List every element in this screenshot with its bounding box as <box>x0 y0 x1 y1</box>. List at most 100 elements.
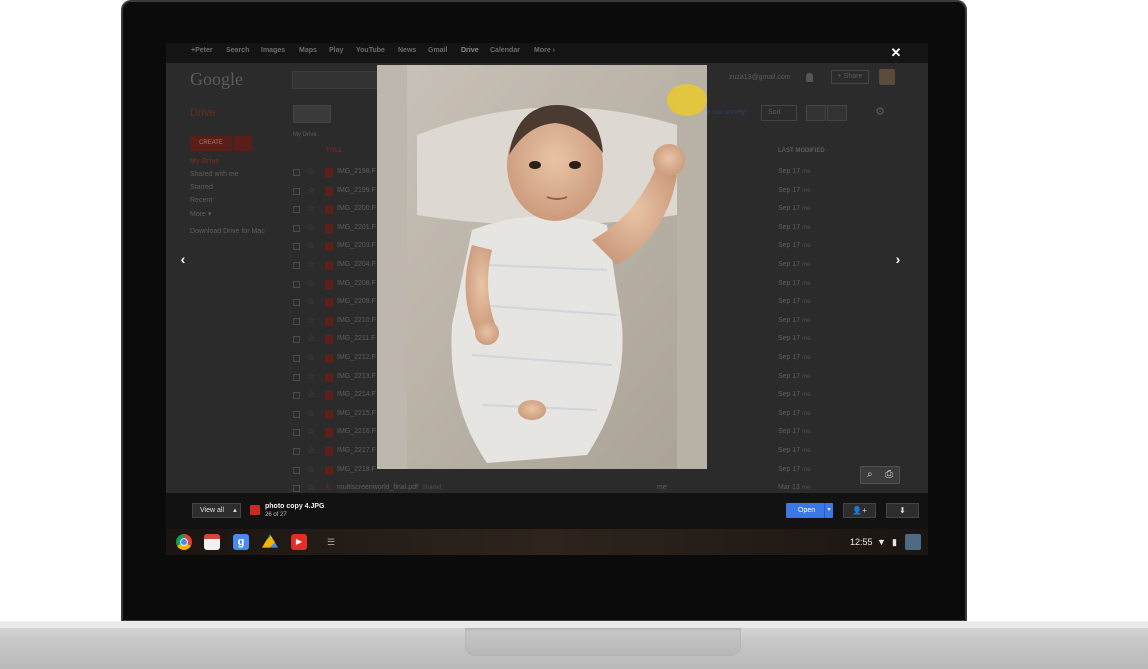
file-name[interactable]: IMG_2212.F <box>337 354 376 361</box>
star-icon[interactable]: ☆ <box>307 445 315 456</box>
download-icon[interactable]: ⬇ <box>886 503 919 518</box>
file-name[interactable]: IMG_2213.F <box>337 373 376 380</box>
row-checkbox[interactable] <box>293 429 300 437</box>
print-icon[interactable]: ⎙ <box>885 469 893 480</box>
star-icon[interactable]: ☆ <box>307 296 315 307</box>
row-checkbox[interactable] <box>293 317 300 325</box>
next-image-button[interactable]: › <box>891 252 905 266</box>
row-checkbox[interactable] <box>293 169 300 176</box>
row-checkbox[interactable] <box>293 187 300 195</box>
row-checkbox[interactable] <box>293 392 300 400</box>
user-email[interactable]: zuza13@gmail.com <box>729 74 791 81</box>
file-name[interactable]: IMG_2199.F <box>337 187 376 194</box>
gbar-item-images[interactable]: Images <box>261 47 285 54</box>
column-header-last-modified[interactable]: LAST MODIFIED <box>778 148 825 154</box>
survey-link[interactable]: ke our survey! <box>703 109 747 116</box>
row-checkbox[interactable] <box>293 243 300 251</box>
gbar-item-play[interactable]: Play <box>329 47 343 54</box>
share-button[interactable]: + Share <box>831 70 869 84</box>
previous-image-button[interactable]: ‹ <box>176 252 190 266</box>
row-checkbox[interactable] <box>293 373 300 381</box>
row-checkbox[interactable] <box>293 336 300 344</box>
star-icon[interactable]: ☆ <box>307 464 315 475</box>
gbar-item-more[interactable]: More › <box>534 47 555 54</box>
sort-button[interactable]: Sort <box>761 105 797 121</box>
star-icon[interactable]: ☆ <box>307 315 315 326</box>
sidebar-item-starred[interactable]: Starred <box>190 184 213 191</box>
settings-gear-icon[interactable]: ⚙ <box>863 105 897 121</box>
gbar-item-youtube[interactable]: YouTube <box>356 47 385 54</box>
gbar-item-drive[interactable]: Drive <box>461 47 479 54</box>
close-preview-button[interactable]: ✕ <box>889 46 903 60</box>
file-name[interactable]: IMG_2217.F <box>337 447 376 454</box>
download-drive-link[interactable]: Download Drive for Mac <box>190 228 265 235</box>
file-name[interactable]: multiscreenworld_final.pdf Shared <box>337 484 441 491</box>
star-icon[interactable]: ☆ <box>307 352 315 363</box>
file-name[interactable]: IMG_2204.F <box>337 261 376 268</box>
row-checkbox[interactable] <box>293 299 300 307</box>
star-icon[interactable]: ☆ <box>307 185 315 196</box>
gbar-item-profile[interactable]: +Peter <box>191 47 213 54</box>
row-checkbox[interactable] <box>293 280 300 288</box>
gbar-item-search[interactable]: Search <box>226 47 249 54</box>
star-icon[interactable]: ☆ <box>307 278 315 289</box>
drive-icon[interactable] <box>262 534 278 548</box>
row-checkbox[interactable] <box>293 466 300 474</box>
column-header-title[interactable]: TITLE <box>326 148 343 154</box>
file-name[interactable]: IMG_2218.F <box>337 466 376 473</box>
file-name[interactable]: IMG_2215.F <box>337 410 376 417</box>
zoom-icon[interactable]: ⌕ <box>867 469 873 480</box>
file-name[interactable]: IMG_2209.F <box>337 298 376 305</box>
file-name[interactable]: IMG_2210.F <box>337 317 376 324</box>
file-name[interactable]: IMG_2211.F <box>337 335 375 342</box>
gbar-item-maps[interactable]: Maps <box>299 47 317 54</box>
row-checkbox[interactable] <box>293 262 300 269</box>
grid-view-button[interactable] <box>827 105 847 121</box>
star-icon[interactable]: ☆ <box>307 408 315 419</box>
row-checkbox[interactable] <box>293 355 300 362</box>
star-icon[interactable]: ☆ <box>307 333 315 344</box>
gbar-item-gmail[interactable]: Gmail <box>428 47 447 54</box>
star-icon[interactable]: ☆ <box>307 166 315 177</box>
star-icon[interactable]: ☆ <box>307 389 315 400</box>
open-button[interactable]: Open ▾ <box>786 503 833 518</box>
file-name[interactable]: IMG_2216.F <box>337 428 376 435</box>
sidebar-item-more[interactable]: More ▾ <box>190 210 211 218</box>
chrome-icon[interactable] <box>176 534 192 550</box>
row-checkbox[interactable] <box>293 410 300 418</box>
user-avatar[interactable] <box>905 534 921 550</box>
app-launcher-icon[interactable]: ☰ <box>327 536 337 548</box>
star-icon[interactable]: ☆ <box>307 482 315 493</box>
wifi-icon[interactable]: ▼ <box>877 537 886 547</box>
row-checkbox[interactable] <box>293 224 300 232</box>
sidebar-item-recent[interactable]: Recent <box>190 197 212 204</box>
row-checkbox[interactable] <box>293 448 300 455</box>
gbar-item-calendar[interactable]: Calendar <box>490 47 520 54</box>
add-people-icon[interactable]: 👤+ <box>843 503 876 518</box>
file-name[interactable]: IMG_2201.F <box>337 224 376 231</box>
new-folder-button[interactable] <box>293 105 331 123</box>
file-name[interactable]: IMG_2200.F <box>337 205 376 212</box>
create-button[interactable]: CREATE <box>190 136 232 151</box>
notification-bell-icon[interactable] <box>806 73 813 82</box>
star-icon[interactable]: ☆ <box>307 222 315 233</box>
star-icon[interactable]: ☆ <box>307 426 315 437</box>
clock[interactable]: 12:55 <box>850 537 873 547</box>
youtube-icon[interactable]: ▶ <box>291 534 307 550</box>
star-icon[interactable]: ☆ <box>307 371 315 382</box>
star-icon[interactable]: ☆ <box>307 259 315 270</box>
battery-icon[interactable]: ▮ <box>892 537 897 548</box>
google-search-icon[interactable]: g <box>233 534 249 550</box>
list-view-button[interactable] <box>806 105 826 121</box>
sidebar-item-my-drive[interactable]: My Drive <box>190 158 219 165</box>
row-checkbox[interactable] <box>293 485 300 493</box>
open-dropdown-icon[interactable]: ▾ <box>824 503 833 518</box>
view-all-button[interactable]: View all ▲ <box>192 503 241 518</box>
file-name[interactable]: IMG_2203.F <box>337 242 376 249</box>
breadcrumb[interactable]: My Drive <box>293 132 317 138</box>
gbar-item-news[interactable]: News <box>398 47 416 54</box>
gmail-icon[interactable] <box>204 534 220 550</box>
avatar[interactable] <box>879 69 895 85</box>
sidebar-item-shared-with-me[interactable]: Shared with me <box>190 171 239 178</box>
row-checkbox[interactable] <box>293 206 300 214</box>
